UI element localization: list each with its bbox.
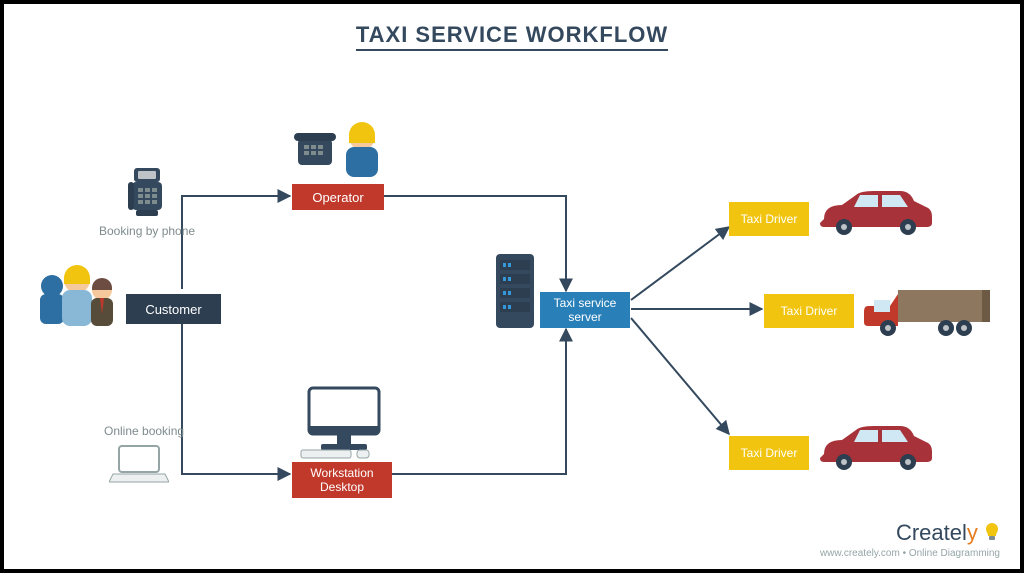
footer: Creately www.creately.com • Online Diagr… bbox=[820, 520, 1000, 559]
node-customer: Customer bbox=[126, 294, 221, 324]
edge-label-booking-by-phone: Booking by phone bbox=[99, 224, 195, 238]
brand-text: Createl bbox=[896, 520, 967, 545]
truck-icon bbox=[864, 286, 994, 338]
brand-accent: y bbox=[967, 520, 978, 545]
diagram-frame: TAXI SERVICE WORKFLOW Booking by phone O… bbox=[0, 0, 1024, 573]
node-server: Taxi service server bbox=[540, 292, 630, 328]
operator-icon bbox=[294, 119, 384, 183]
car-icon bbox=[814, 424, 934, 472]
diagram-title-text: TAXI SERVICE WORKFLOW bbox=[356, 22, 668, 51]
people-group-icon bbox=[34, 264, 120, 334]
car-icon bbox=[814, 189, 934, 237]
laptop-icon bbox=[109, 444, 169, 484]
node-driver-1: Taxi Driver bbox=[729, 202, 809, 236]
lightbulb-icon bbox=[984, 522, 1000, 542]
node-operator: Operator bbox=[292, 184, 384, 210]
diagram-title: TAXI SERVICE WORKFLOW bbox=[4, 22, 1020, 48]
footer-subtext: www.creately.com • Online Diagramming bbox=[820, 548, 1000, 559]
edge-label-online-booking: Online booking bbox=[104, 424, 184, 438]
desk-phone-icon bbox=[124, 164, 170, 220]
server-icon bbox=[494, 252, 536, 330]
node-driver-2: Taxi Driver bbox=[764, 294, 854, 328]
node-workstation: Workstation Desktop bbox=[292, 462, 392, 498]
node-driver-3: Taxi Driver bbox=[729, 436, 809, 470]
brand-logo: Creately bbox=[820, 520, 1000, 546]
desktop-icon bbox=[299, 384, 389, 460]
